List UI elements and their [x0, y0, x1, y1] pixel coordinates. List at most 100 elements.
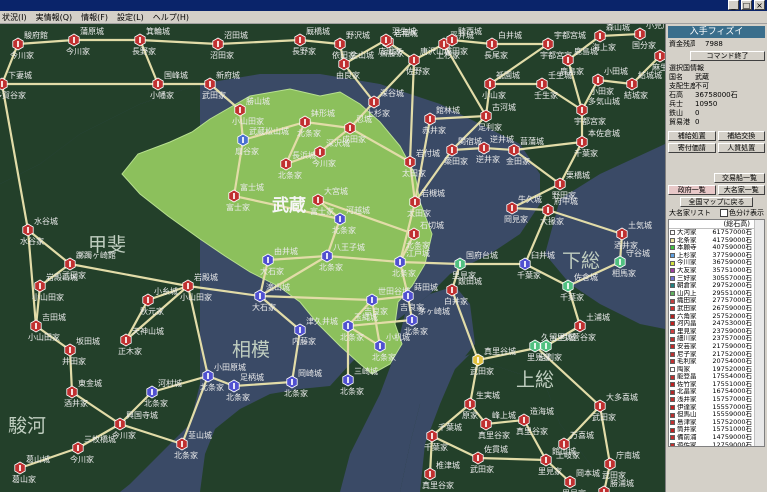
map-canvas[interactable]: 武蔵 甲斐 相模 駿河 下総 上総 鉢形城北条家武蔵松山城扇谷家河越城北条家江戸…: [0, 24, 665, 492]
castle-name: 新府城: [216, 70, 240, 80]
donation-button[interactable]: 寄付価請: [668, 143, 716, 153]
castle-flag-icon: [409, 159, 411, 165]
window-controls: _ □ ×: [728, 0, 765, 11]
info-row: 貿易港 0: [666, 118, 767, 127]
color-toggle[interactable]: 色分け表示: [719, 209, 764, 218]
daimyo-name: 北畠家: [677, 388, 697, 396]
daimyo-color-swatch: [670, 435, 675, 441]
province-info: 国名 武蔵 支配生産 不可 石高 36758000石 兵士 10950 鉄山 0 貿易港 0: [666, 73, 767, 127]
castle-owner: 小山家: [482, 90, 506, 100]
castle-name: 江戸城: [406, 249, 430, 258]
castle-owner: 北条家: [340, 332, 364, 342]
castle-flag-icon: [339, 216, 341, 222]
castle-flag-icon: [259, 293, 261, 299]
castle-owner: 真里谷家: [478, 430, 510, 440]
return-to-whole-map-button[interactable]: 全国マップに戻る: [680, 197, 753, 207]
info-key: 鉄山: [669, 109, 683, 117]
castle-flag-icon: [413, 57, 415, 63]
castle-flag-icon: [373, 99, 375, 105]
daimyo-color-swatch: [670, 237, 675, 243]
hostage-button[interactable]: 人質処置: [717, 143, 765, 153]
daimyo-name: 陶家: [677, 365, 690, 373]
castle-name: 東金城: [78, 378, 102, 388]
title-bar: _ □ ×: [0, 0, 767, 11]
castle-flag-icon: [319, 149, 321, 155]
castle-name: 韮山城: [188, 430, 212, 440]
castle-flag-icon: [69, 261, 71, 267]
castle-owner: 北条家: [226, 392, 250, 402]
castle-flag-icon: [73, 37, 75, 43]
list-tabs: 政府一覧 大名家一覧: [666, 185, 767, 195]
tab-daimyo-list[interactable]: 大名家一覧: [717, 185, 765, 195]
castle-owner: 武田家: [602, 470, 626, 480]
castle-owner: 白井家: [444, 296, 468, 306]
info-value: 0: [695, 109, 700, 117]
daimyo-row[interactable]: 遊佐家 12759000石: [669, 441, 764, 446]
funds-row: 資金残高 7988: [666, 40, 767, 49]
menu-situation[interactable]: 状況(I): [2, 12, 27, 23]
supply-button[interactable]: 補給処置: [668, 131, 716, 141]
castle-name: 峰上城: [492, 410, 516, 420]
maximize-button[interactable]: □: [741, 0, 752, 10]
province-map[interactable]: 武蔵 甲斐 相模 駿河 下総 上総 鉢形城 北条家 武蔵松山城 扇谷家 河越城 北条家 江戸…: [0, 24, 665, 492]
menu-settings[interactable]: 設定(L): [117, 12, 144, 23]
castle-owner: 今川家: [10, 50, 34, 60]
castle-flag-icon: [157, 81, 159, 87]
castle-flag-icon: [619, 259, 621, 265]
color-toggle-label: 色分け表示: [729, 209, 764, 217]
castle-owner: 千葉家: [424, 442, 448, 452]
daimyo-color-swatch: [670, 359, 675, 365]
daimyo-name: 大友家: [677, 266, 697, 274]
close-button[interactable]: ×: [754, 0, 765, 10]
menu-real-info[interactable]: 実情報(Q): [36, 12, 73, 23]
menu-info[interactable]: 情報(F): [81, 12, 108, 23]
menu-help[interactable]: ヘルプ(H): [153, 12, 189, 23]
castle-flag-icon: [414, 199, 416, 205]
tab-country-list[interactable]: 政府一覧: [668, 185, 716, 195]
castle-owner: 岡見家: [504, 214, 528, 224]
daimyo-color-swatch: [670, 313, 675, 319]
daimyo-list-heading-row: 大名家リスト 色分け表示: [666, 209, 767, 218]
castle-flag-icon: [559, 181, 561, 187]
daimyo-name: 尼子家: [677, 350, 697, 358]
castle-flag-icon: [285, 161, 287, 167]
daimyo-list[interactable]: (総石高) 大河家 61757000石 北条家 41759000石 本願寺 4075900…: [668, 219, 765, 447]
castle-flag-icon: [609, 461, 611, 467]
color-toggle-checkbox[interactable]: [720, 209, 728, 217]
daimyo-name: 山内上: [677, 289, 697, 297]
castle-name: 守谷城: [626, 248, 650, 258]
daimyo-color-swatch: [670, 291, 675, 297]
castle-name: 深沢城: [326, 139, 350, 148]
castle-name: 造海城: [530, 406, 554, 416]
castle-owner: 菅谷家: [572, 332, 596, 342]
castle-flag-icon: [491, 41, 493, 47]
castle-flag-icon: [139, 37, 141, 43]
castle-owner: 武田家: [202, 90, 226, 100]
daimyo-name: 佐竹家: [677, 380, 697, 388]
daimyo-name: 六角家: [677, 312, 697, 320]
castle-name: 国峰城: [164, 70, 188, 80]
castle-name: 国府台城: [466, 250, 498, 260]
funds-label: 資金残高: [669, 40, 695, 48]
castle-flag-icon: [569, 479, 571, 485]
castle-owner: 内藤家: [292, 336, 316, 346]
trade-ship-list-button[interactable]: 交易船一覧: [714, 173, 765, 183]
castle-flag-icon: [547, 41, 549, 47]
daimyo-color-swatch: [670, 329, 675, 335]
daimyo-list-scrollbar[interactable]: [754, 220, 764, 446]
end-command-button[interactable]: コマンド終了: [690, 51, 765, 61]
supply-exchange-button[interactable]: 補給交換: [717, 131, 765, 141]
castle-flag-icon: [599, 33, 601, 39]
castle-name: 岩殿城: [194, 272, 218, 282]
castle-name: 興国寺城: [126, 410, 158, 420]
daimyo-color-swatch: [670, 298, 675, 304]
castle-flag-icon: [547, 207, 549, 213]
castle-flag-icon: [477, 455, 479, 461]
daimyo-name: 大河家: [677, 229, 697, 236]
info-key: 兵士: [669, 100, 683, 108]
castle-name: 森山城: [606, 24, 630, 32]
castle-owner: 武田家: [592, 412, 616, 422]
minimize-button[interactable]: _: [728, 0, 739, 10]
castle-name: 関宿城: [458, 136, 482, 146]
end-command-row: コマンド終了: [666, 51, 767, 61]
